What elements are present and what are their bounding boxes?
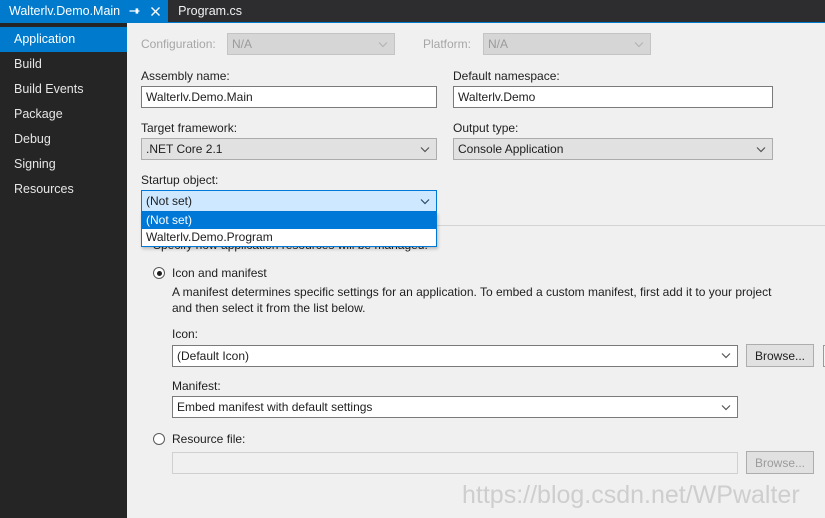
radio-resource-file[interactable] <box>153 433 165 445</box>
target-framework-select[interactable]: .NET Core 2.1 <box>141 138 437 160</box>
sidebar-item-label: Build Events <box>14 82 83 96</box>
chevron-down-icon <box>420 139 430 159</box>
default-namespace-label: Default namespace: <box>453 69 773 83</box>
application-properties-pane: Configuration: N/A Platform: N/A Assembl… <box>127 23 825 518</box>
icon-and-manifest-label: Icon and manifest <box>172 266 267 280</box>
icon-label: Icon: <box>172 327 825 341</box>
sidebar-item-signing[interactable]: Signing <box>0 152 127 177</box>
icon-and-manifest-body: A manifest determines specific settings … <box>153 284 825 418</box>
icon-value: (Default Icon) <box>177 349 249 363</box>
output-type-select[interactable]: Console Application <box>453 138 773 160</box>
target-framework-label: Target framework: <box>141 121 437 135</box>
sidebar: Application Build Build Events Package D… <box>0 23 127 518</box>
configuration-value: N/A <box>232 37 252 51</box>
configuration-label: Configuration: <box>141 37 227 51</box>
icon-and-manifest-radio-row[interactable]: Icon and manifest <box>153 266 825 280</box>
workspace: Application Build Build Events Package D… <box>0 23 825 518</box>
assembly-name-label: Assembly name: <box>141 69 437 83</box>
platform-value: N/A <box>488 37 508 51</box>
sidebar-item-label: Debug <box>14 132 51 146</box>
platform-label: Platform: <box>423 37 483 51</box>
resource-file-radio-row[interactable]: Resource file: <box>153 432 825 446</box>
startup-object-select[interactable]: (Not set) <box>141 190 437 212</box>
startup-object-label: Startup object: <box>141 173 825 187</box>
tab-label: Walterlv.Demo.Main <box>9 0 120 22</box>
target-framework-group: Target framework: .NET Core 2.1 <box>141 121 437 160</box>
sidebar-item-build[interactable]: Build <box>0 52 127 77</box>
output-type-value: Console Application <box>458 142 563 156</box>
startup-object-value: (Not set) <box>146 194 192 208</box>
icon-select[interactable]: (Default Icon) <box>172 345 738 367</box>
output-type-group: Output type: Console Application <box>453 121 773 160</box>
platform-select[interactable]: N/A <box>483 33 651 55</box>
resources-groupbox-body: Specify how application resources will b… <box>141 238 825 474</box>
chevron-down-icon <box>721 346 731 366</box>
manifest-select[interactable]: Embed manifest with default settings <box>172 396 738 418</box>
names-row: Assembly name: Default namespace: <box>141 69 825 108</box>
resource-file-browse-button[interactable]: Browse... <box>746 451 814 474</box>
target-framework-value: .NET Core 2.1 <box>146 142 222 156</box>
configuration-select[interactable]: N/A <box>227 33 395 55</box>
manifest-label: Manifest: <box>172 379 825 393</box>
framework-row: Target framework: .NET Core 2.1 Output t… <box>141 121 825 160</box>
sidebar-item-label: Build <box>14 57 42 71</box>
sidebar-item-application[interactable]: Application <box>0 27 127 52</box>
chevron-down-icon <box>634 34 644 54</box>
output-type-label: Output type: <box>453 121 773 135</box>
tab-strip: Walterlv.Demo.Main Program.cs <box>0 0 825 23</box>
icon-row: (Default Icon) Browse... <box>172 344 825 367</box>
icon-browse-button[interactable]: Browse... <box>746 344 814 367</box>
chevron-down-icon <box>378 34 388 54</box>
startup-object-group: Startup object: (Not set) (Not set) Walt… <box>141 173 825 212</box>
startup-object-dropdown-list: (Not set) Walterlv.Demo.Program <box>141 212 437 247</box>
manifest-help-text: A manifest determines specific settings … <box>172 284 772 316</box>
assembly-name-group: Assembly name: <box>141 69 437 108</box>
resource-file-input[interactable] <box>172 452 738 474</box>
radio-icon-and-manifest[interactable] <box>153 267 165 279</box>
sidebar-item-build-events[interactable]: Build Events <box>0 77 127 102</box>
resource-file-row: Browse... <box>153 451 825 474</box>
sidebar-item-resources[interactable]: Resources <box>0 177 127 202</box>
sidebar-item-package[interactable]: Package <box>0 102 127 127</box>
sidebar-item-label: Resources <box>14 182 74 196</box>
chevron-down-icon <box>721 397 731 417</box>
dropdown-option-label: (Not set) <box>146 213 192 227</box>
dropdown-option-label: Walterlv.Demo.Program <box>146 230 273 244</box>
dropdown-option-walterlv-demo-program[interactable]: Walterlv.Demo.Program <box>142 229 436 246</box>
resources-groupbox: Resources Specify how application resour… <box>141 225 825 474</box>
sidebar-item-label: Signing <box>14 157 56 171</box>
dropdown-option-not-set[interactable]: (Not set) <box>142 212 436 229</box>
tab-program-cs[interactable]: Program.cs <box>168 0 252 22</box>
default-namespace-input[interactable] <box>453 86 773 108</box>
sidebar-item-label: Application <box>14 32 75 46</box>
pin-icon[interactable] <box>128 5 141 18</box>
close-icon[interactable] <box>149 5 162 18</box>
chevron-down-icon <box>756 139 766 159</box>
sidebar-item-label: Package <box>14 107 63 121</box>
tab-label: Program.cs <box>178 0 242 22</box>
default-namespace-group: Default namespace: <box>453 69 773 108</box>
assembly-name-input[interactable] <box>141 86 437 108</box>
tab-walterlv-demo-main[interactable]: Walterlv.Demo.Main <box>0 0 168 22</box>
sidebar-item-debug[interactable]: Debug <box>0 127 127 152</box>
chevron-down-icon <box>420 191 430 211</box>
startup-object-combo-wrap: (Not set) (Not set) Walterlv.Demo.Progra… <box>141 190 437 212</box>
manifest-value: Embed manifest with default settings <box>177 400 372 414</box>
configuration-row: Configuration: N/A Platform: N/A <box>141 33 825 55</box>
resource-file-label: Resource file: <box>172 432 245 446</box>
